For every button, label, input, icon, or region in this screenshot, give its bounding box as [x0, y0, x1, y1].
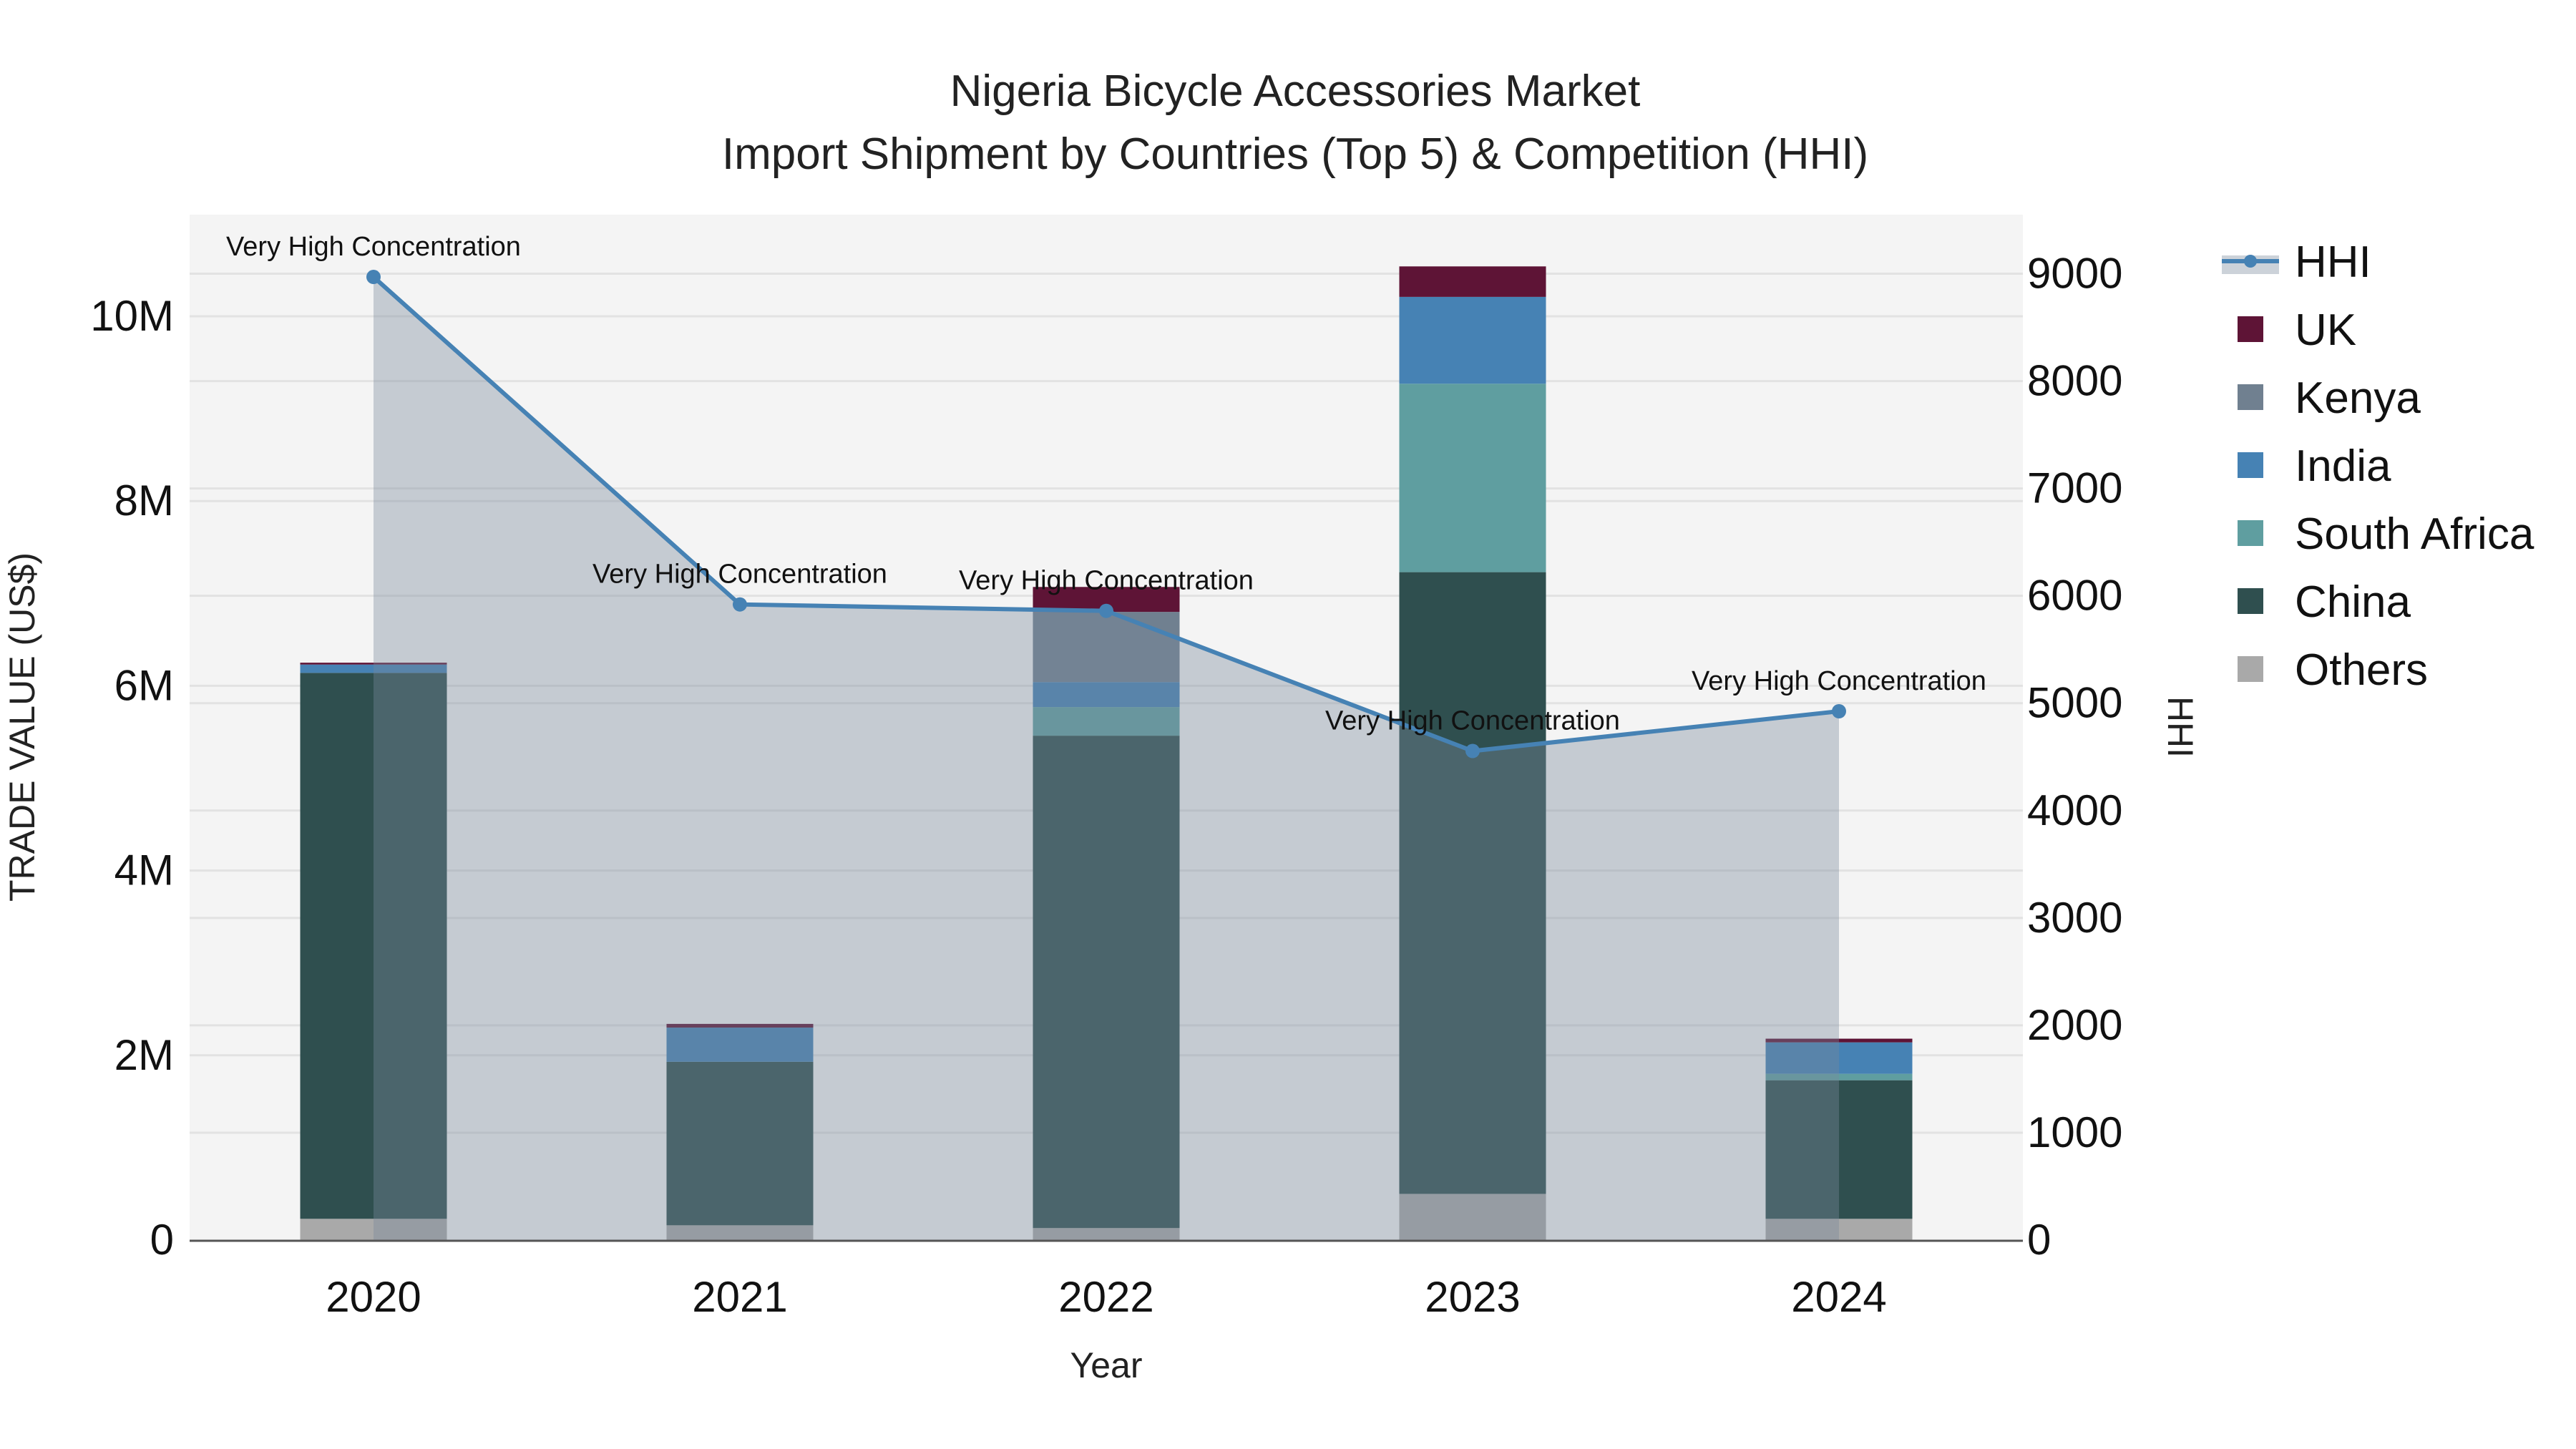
legend-hhi-marker	[2244, 255, 2257, 268]
y2-tick-label: 1000	[2027, 1108, 2122, 1156]
legend-swatch-south-africa	[2238, 520, 2263, 546]
y2-tick-label: 2000	[2027, 1001, 2122, 1049]
legend-swatch-china	[2238, 588, 2263, 614]
legend-label: Kenya	[2295, 374, 2421, 423]
y2-tick-label: 4000	[2027, 786, 2122, 834]
legend-label: India	[2295, 441, 2391, 491]
bar-uk	[1399, 266, 1546, 297]
y2-tick-label: 9000	[2027, 250, 2122, 298]
hhi-point	[1832, 703, 1846, 718]
hhi-annotation: Very High Concentration	[226, 232, 521, 262]
x-tick-label: 2024	[1791, 1273, 1886, 1321]
y2-tick-label: 7000	[2027, 464, 2122, 512]
legend-label: South Africa	[2295, 509, 2534, 559]
y-tick-label: 0	[150, 1216, 174, 1264]
y-tick-label: 2M	[114, 1031, 174, 1079]
y2-tick-label: 0	[2027, 1216, 2051, 1264]
legend-label: Others	[2295, 645, 2428, 695]
y-tick-label: 4M	[114, 847, 174, 894]
x-tick-label: 2023	[1425, 1273, 1520, 1321]
legend-label: HHI	[2295, 238, 2371, 287]
x-tick-label: 2020	[326, 1273, 421, 1321]
hhi-annotation: Very High Concentration	[1325, 706, 1620, 736]
y-tick-label: 8M	[114, 477, 174, 525]
hhi-point	[1099, 603, 1113, 618]
legend-swatch-uk	[2238, 316, 2263, 342]
y-axis-label: TRADE VALUE (US$)	[2, 552, 42, 902]
legend-label: China	[2295, 577, 2411, 627]
y2-tick-label: 6000	[2027, 572, 2122, 620]
legend-swatch-others	[2238, 656, 2263, 682]
chart-title: Nigeria Bicycle Accessories Market	[950, 67, 1641, 116]
y-tick-label: 10M	[90, 292, 174, 340]
chart: Nigeria Bicycle Accessories Market Impor…	[2, 67, 2534, 1385]
hhi-annotation: Very High Concentration	[592, 560, 887, 590]
legend-swatch-kenya	[2238, 384, 2263, 410]
bar-south-africa	[1399, 384, 1546, 572]
hhi-point	[366, 270, 381, 285]
x-tick-label: 2021	[692, 1273, 787, 1321]
y2-axis-label: HHI	[2160, 696, 2200, 758]
y-tick-label: 6M	[114, 661, 174, 709]
chart-subtitle: Import Shipment by Countries (Top 5) & C…	[722, 130, 1868, 179]
y2-tick-label: 5000	[2027, 679, 2122, 727]
x-axis-label: Year	[1070, 1345, 1142, 1385]
hhi-annotation: Very High Concentration	[959, 566, 1254, 596]
legend-swatch-india	[2238, 452, 2263, 478]
y2-tick-label: 3000	[2027, 894, 2122, 942]
bar-india	[1399, 296, 1546, 384]
hhi-point	[733, 597, 747, 612]
x-tick-label: 2022	[1058, 1273, 1153, 1321]
y2-tick-label: 8000	[2027, 357, 2122, 405]
hhi-annotation: Very High Concentration	[1692, 666, 1986, 696]
legend-label: UK	[2295, 306, 2356, 355]
hhi-point	[1465, 743, 1480, 758]
